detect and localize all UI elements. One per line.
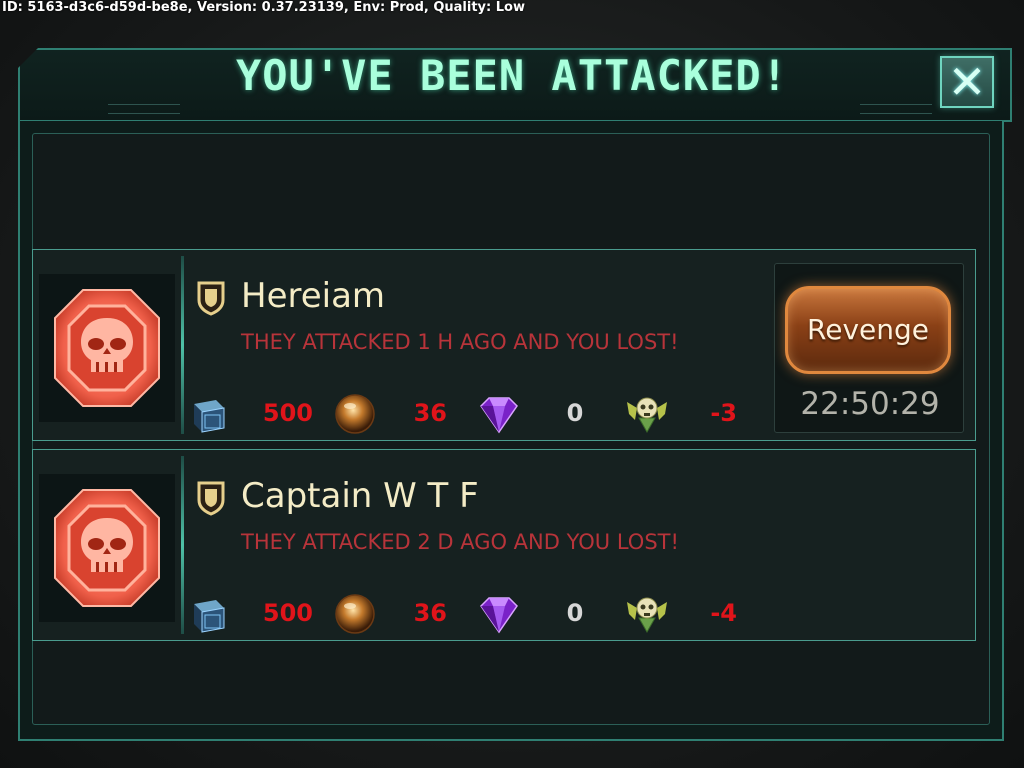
header-decoration-left bbox=[108, 104, 180, 114]
purple-gem-icon bbox=[480, 397, 518, 434]
attack-row: Hereiam THEY ATTACKED 1 H AGO AND YOU LO… bbox=[32, 249, 976, 441]
header-decoration-right bbox=[860, 104, 932, 114]
debug-info: ID: 5163-d3c6-d59d-be8e, Version: 0.37.2… bbox=[2, 0, 525, 15]
ore-value: 36 bbox=[413, 599, 447, 627]
row-divider bbox=[181, 256, 184, 434]
dialog-title: YOU'VE BEEN ATTACKED! bbox=[235, 51, 788, 100]
ore-value: 36 bbox=[413, 399, 447, 427]
shield-icon bbox=[197, 481, 225, 516]
gem-value: 0 bbox=[566, 399, 584, 427]
ore-orb-icon bbox=[335, 394, 375, 434]
skull-medal-icon bbox=[627, 397, 667, 434]
gem-value: 0 bbox=[566, 599, 584, 627]
attack-message: THEY ATTACKED 1 H AGO AND YOU LOST! bbox=[241, 330, 679, 354]
attacker-avatar bbox=[39, 274, 175, 422]
row-divider bbox=[181, 456, 184, 634]
close-button[interactable]: ✕ bbox=[940, 56, 994, 108]
attacker-name[interactable]: Hereiam bbox=[241, 274, 385, 318]
ore-orb-icon bbox=[335, 594, 375, 634]
close-icon: ✕ bbox=[947, 55, 987, 109]
skull-icon bbox=[54, 489, 160, 607]
revenge-button[interactable]: Revenge bbox=[785, 286, 951, 374]
purple-gem-icon bbox=[480, 597, 518, 634]
medal-value: -3 bbox=[710, 399, 737, 427]
revenge-timer: 22:50:29 bbox=[800, 386, 940, 422]
revenge-panel: Revenge 22:50:29 bbox=[774, 263, 964, 433]
medal-value: -4 bbox=[710, 599, 737, 627]
skull-medal-icon bbox=[627, 597, 667, 634]
crystal-cube-icon bbox=[194, 600, 225, 633]
crystal-cube-icon bbox=[194, 400, 225, 433]
shield-icon bbox=[197, 281, 225, 316]
crystal-value: 500 bbox=[262, 399, 313, 427]
crystal-value: 500 bbox=[262, 599, 313, 627]
attacker-name[interactable]: Captain W T F bbox=[241, 474, 479, 518]
skull-icon bbox=[54, 289, 160, 407]
attack-message: THEY ATTACKED 2 D AGO AND YOU LOST! bbox=[241, 530, 679, 554]
attack-row: Captain W T F THEY ATTACKED 2 D AGO AND … bbox=[32, 449, 976, 641]
revenge-button-label: Revenge bbox=[807, 313, 929, 346]
attacker-avatar bbox=[39, 474, 175, 622]
